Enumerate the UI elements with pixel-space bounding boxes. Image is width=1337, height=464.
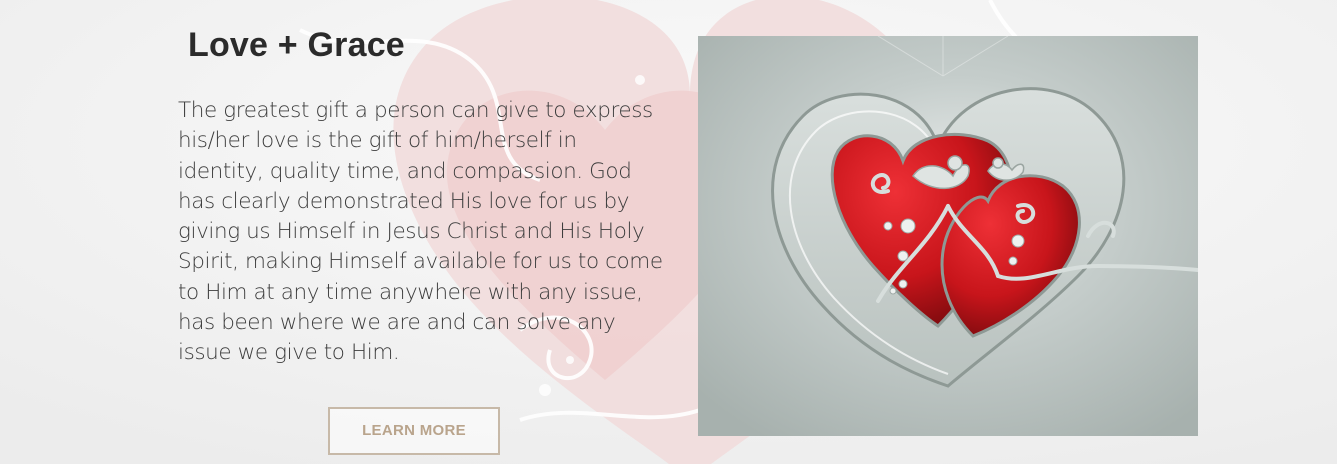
learn-more-button[interactable]: LEARN MORE bbox=[328, 407, 500, 455]
hearts-illustration-image bbox=[698, 36, 1198, 436]
section-body-text: The greatest gift a person can give to e… bbox=[178, 98, 663, 366]
section-title: Love + Grace bbox=[188, 26, 405, 64]
